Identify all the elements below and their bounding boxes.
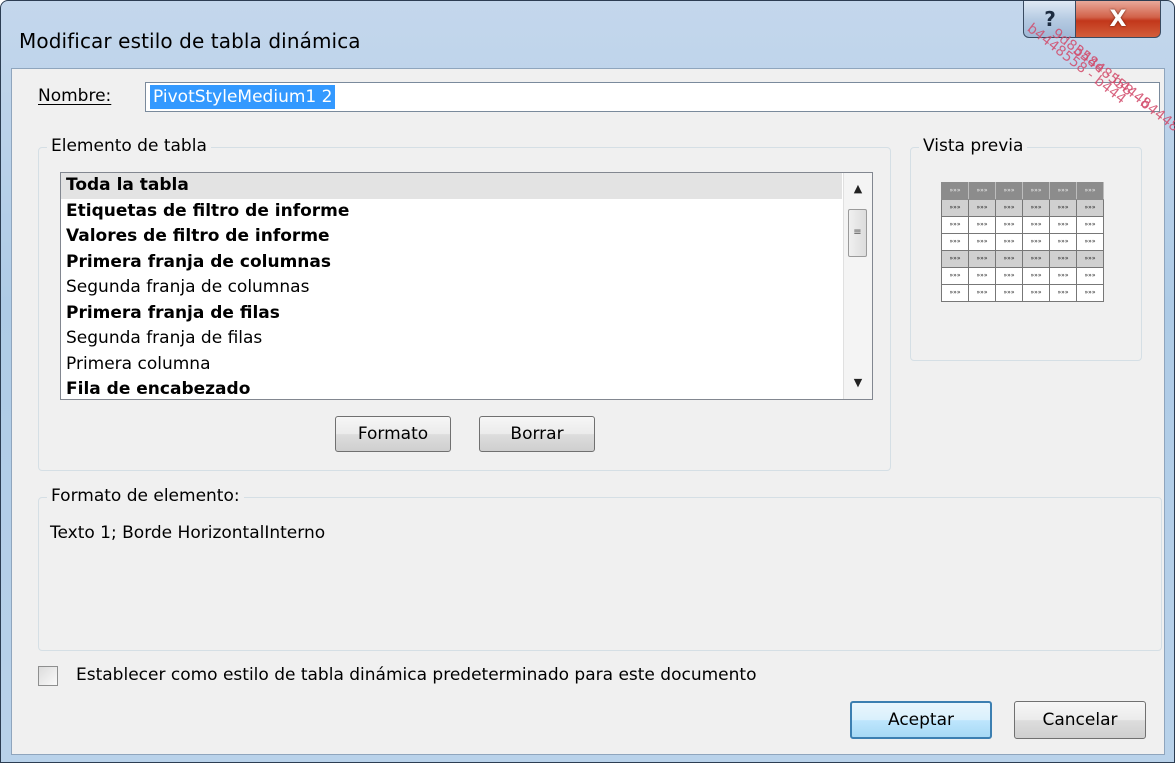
list-item[interactable]: Primera franja de columnas	[61, 250, 842, 276]
preview-cell: »»»	[1049, 267, 1077, 285]
format-button[interactable]: Formato	[335, 416, 451, 452]
preview-cell: »»»	[1076, 233, 1104, 251]
name-input-value: PivotStyleMedium1 2	[150, 85, 336, 109]
preview-row: »»»»»»»»»»»»»»»»»»	[941, 199, 1104, 217]
scroll-thumb[interactable]: ≡	[848, 209, 867, 257]
preview-row: »»»»»»»»»»»»»»»»»»	[941, 216, 1104, 234]
list-item[interactable]: Valores de filtro de informe	[61, 224, 842, 250]
ok-button[interactable]: Aceptar	[850, 701, 992, 739]
list-item[interactable]: Segunda franja de filas	[61, 326, 842, 352]
list-item[interactable]: Primera columna	[61, 352, 842, 378]
name-input[interactable]: PivotStyleMedium1 2	[145, 82, 1160, 112]
cancel-button-label: Cancelar	[1042, 710, 1118, 730]
preview-cell: »»»	[1049, 284, 1077, 302]
dialog-body: Nombre: PivotStyleMedium1 2 Elemento de …	[11, 68, 1165, 755]
preview-row: »»»»»»»»»»»»»»»»»»	[941, 233, 1104, 251]
list-item[interactable]: Toda la tabla	[61, 173, 842, 199]
dialog-title: Modificar estilo de tabla dinámica	[19, 29, 361, 53]
preview-cell: »»»	[941, 233, 969, 251]
preview-cell: »»»	[1022, 267, 1050, 285]
default-style-checkbox[interactable]	[38, 666, 58, 686]
table-element-list[interactable]: Toda la tabla Etiquetas de filtro de info…	[60, 172, 873, 400]
help-icon: ?	[1044, 7, 1056, 31]
element-format-group-title: Formato de elemento:	[47, 486, 244, 506]
preview-cell: »»»	[1076, 182, 1104, 200]
table-element-items: Toda la tabla Etiquetas de filtro de info…	[61, 173, 872, 399]
preview-cell: »»»	[995, 216, 1023, 234]
preview-cell: »»»	[995, 267, 1023, 285]
preview-cell: »»»	[995, 233, 1023, 251]
preview-cell: »»»	[968, 182, 996, 200]
list-item[interactable]: Fila de encabezado	[61, 377, 842, 399]
preview-cell: »»»	[968, 233, 996, 251]
default-style-label[interactable]: Establecer como estilo de tabla dinámica…	[76, 665, 756, 685]
preview-cell: »»»	[1022, 182, 1050, 200]
preview-row: »»»»»»»»»»»»»»»»»»	[941, 182, 1104, 200]
preview-cell: »»»	[1022, 284, 1050, 302]
preview-cell: »»»	[1076, 284, 1104, 302]
preview-cell: »»»	[1049, 182, 1077, 200]
preview-group-title: Vista previa	[919, 136, 1028, 156]
preview-cell: »»»	[1022, 233, 1050, 251]
preview-cell: »»»	[941, 199, 969, 217]
element-format-description: Texto 1; Borde HorizontalInterno	[50, 523, 326, 543]
list-item[interactable]: Segunda franja de columnas	[61, 275, 842, 301]
element-format-group: Formato de elemento:	[38, 486, 1162, 651]
preview-cell: »»»	[1076, 199, 1104, 217]
preview-cell: »»»	[941, 267, 969, 285]
list-item[interactable]: Etiquetas de filtro de informe	[61, 199, 842, 225]
preview-group: Vista previa »»»»»»»»»»»»»»»»»»»»»»»»»»»…	[910, 136, 1142, 361]
preview-cell: »»»	[941, 216, 969, 234]
preview-cell: »»»	[1049, 216, 1077, 234]
preview-cell: »»»	[1022, 199, 1050, 217]
preview-row: »»»»»»»»»»»»»»»»»»	[941, 250, 1104, 268]
preview-cell: »»»	[995, 250, 1023, 268]
preview-cell: »»»	[1022, 216, 1050, 234]
name-label-text: Nombre:	[38, 86, 112, 106]
close-icon: X	[1109, 6, 1127, 32]
preview-cell: »»»	[1049, 250, 1077, 268]
list-item[interactable]: Primera franja de filas	[61, 301, 842, 327]
preview-cell: »»»	[968, 284, 996, 302]
format-button-label: Formato	[357, 424, 429, 444]
table-element-group-title: Elemento de tabla	[47, 136, 211, 156]
close-button[interactable]: X	[1075, 1, 1161, 38]
preview-cell: »»»	[968, 216, 996, 234]
preview-table: »»»»»»»»»»»»»»»»»»»»»»»»»»»»»»»»»»»»»»»»…	[941, 182, 1104, 302]
preview-cell: »»»	[1049, 199, 1077, 217]
preview-cell: »»»	[1076, 250, 1104, 268]
scroll-up-icon[interactable]: ▲	[844, 177, 872, 201]
preview-cell: »»»	[968, 199, 996, 217]
ok-button-label: Aceptar	[888, 710, 954, 730]
preview-row: »»»»»»»»»»»»»»»»»»	[941, 284, 1104, 302]
preview-cell: »»»	[941, 250, 969, 268]
scroll-down-icon[interactable]: ▼	[844, 371, 872, 395]
preview-cell: »»»	[1022, 250, 1050, 268]
preview-cell: »»»	[941, 284, 969, 302]
cancel-button[interactable]: Cancelar	[1014, 701, 1146, 739]
name-label: Nombre:	[38, 86, 111, 106]
preview-cell: »»»	[1076, 216, 1104, 234]
preview-cell: »»»	[995, 284, 1023, 302]
preview-cell: »»»	[968, 267, 996, 285]
preview-cell: »»»	[995, 199, 1023, 217]
clear-button-label: Borrar	[510, 424, 564, 444]
preview-cell: »»»	[941, 182, 969, 200]
list-scrollbar[interactable]: ▲ ≡ ▼	[843, 173, 872, 399]
preview-cell: »»»	[968, 250, 996, 268]
clear-button[interactable]: Borrar	[479, 416, 595, 452]
preview-cell: »»»	[1049, 233, 1077, 251]
preview-cell: »»»	[995, 182, 1023, 200]
dialog-window: Modificar estilo de tabla dinámica ? X N…	[0, 0, 1175, 763]
preview-row: »»»»»»»»»»»»»»»»»»	[941, 267, 1104, 285]
preview-cell: »»»	[1076, 267, 1104, 285]
